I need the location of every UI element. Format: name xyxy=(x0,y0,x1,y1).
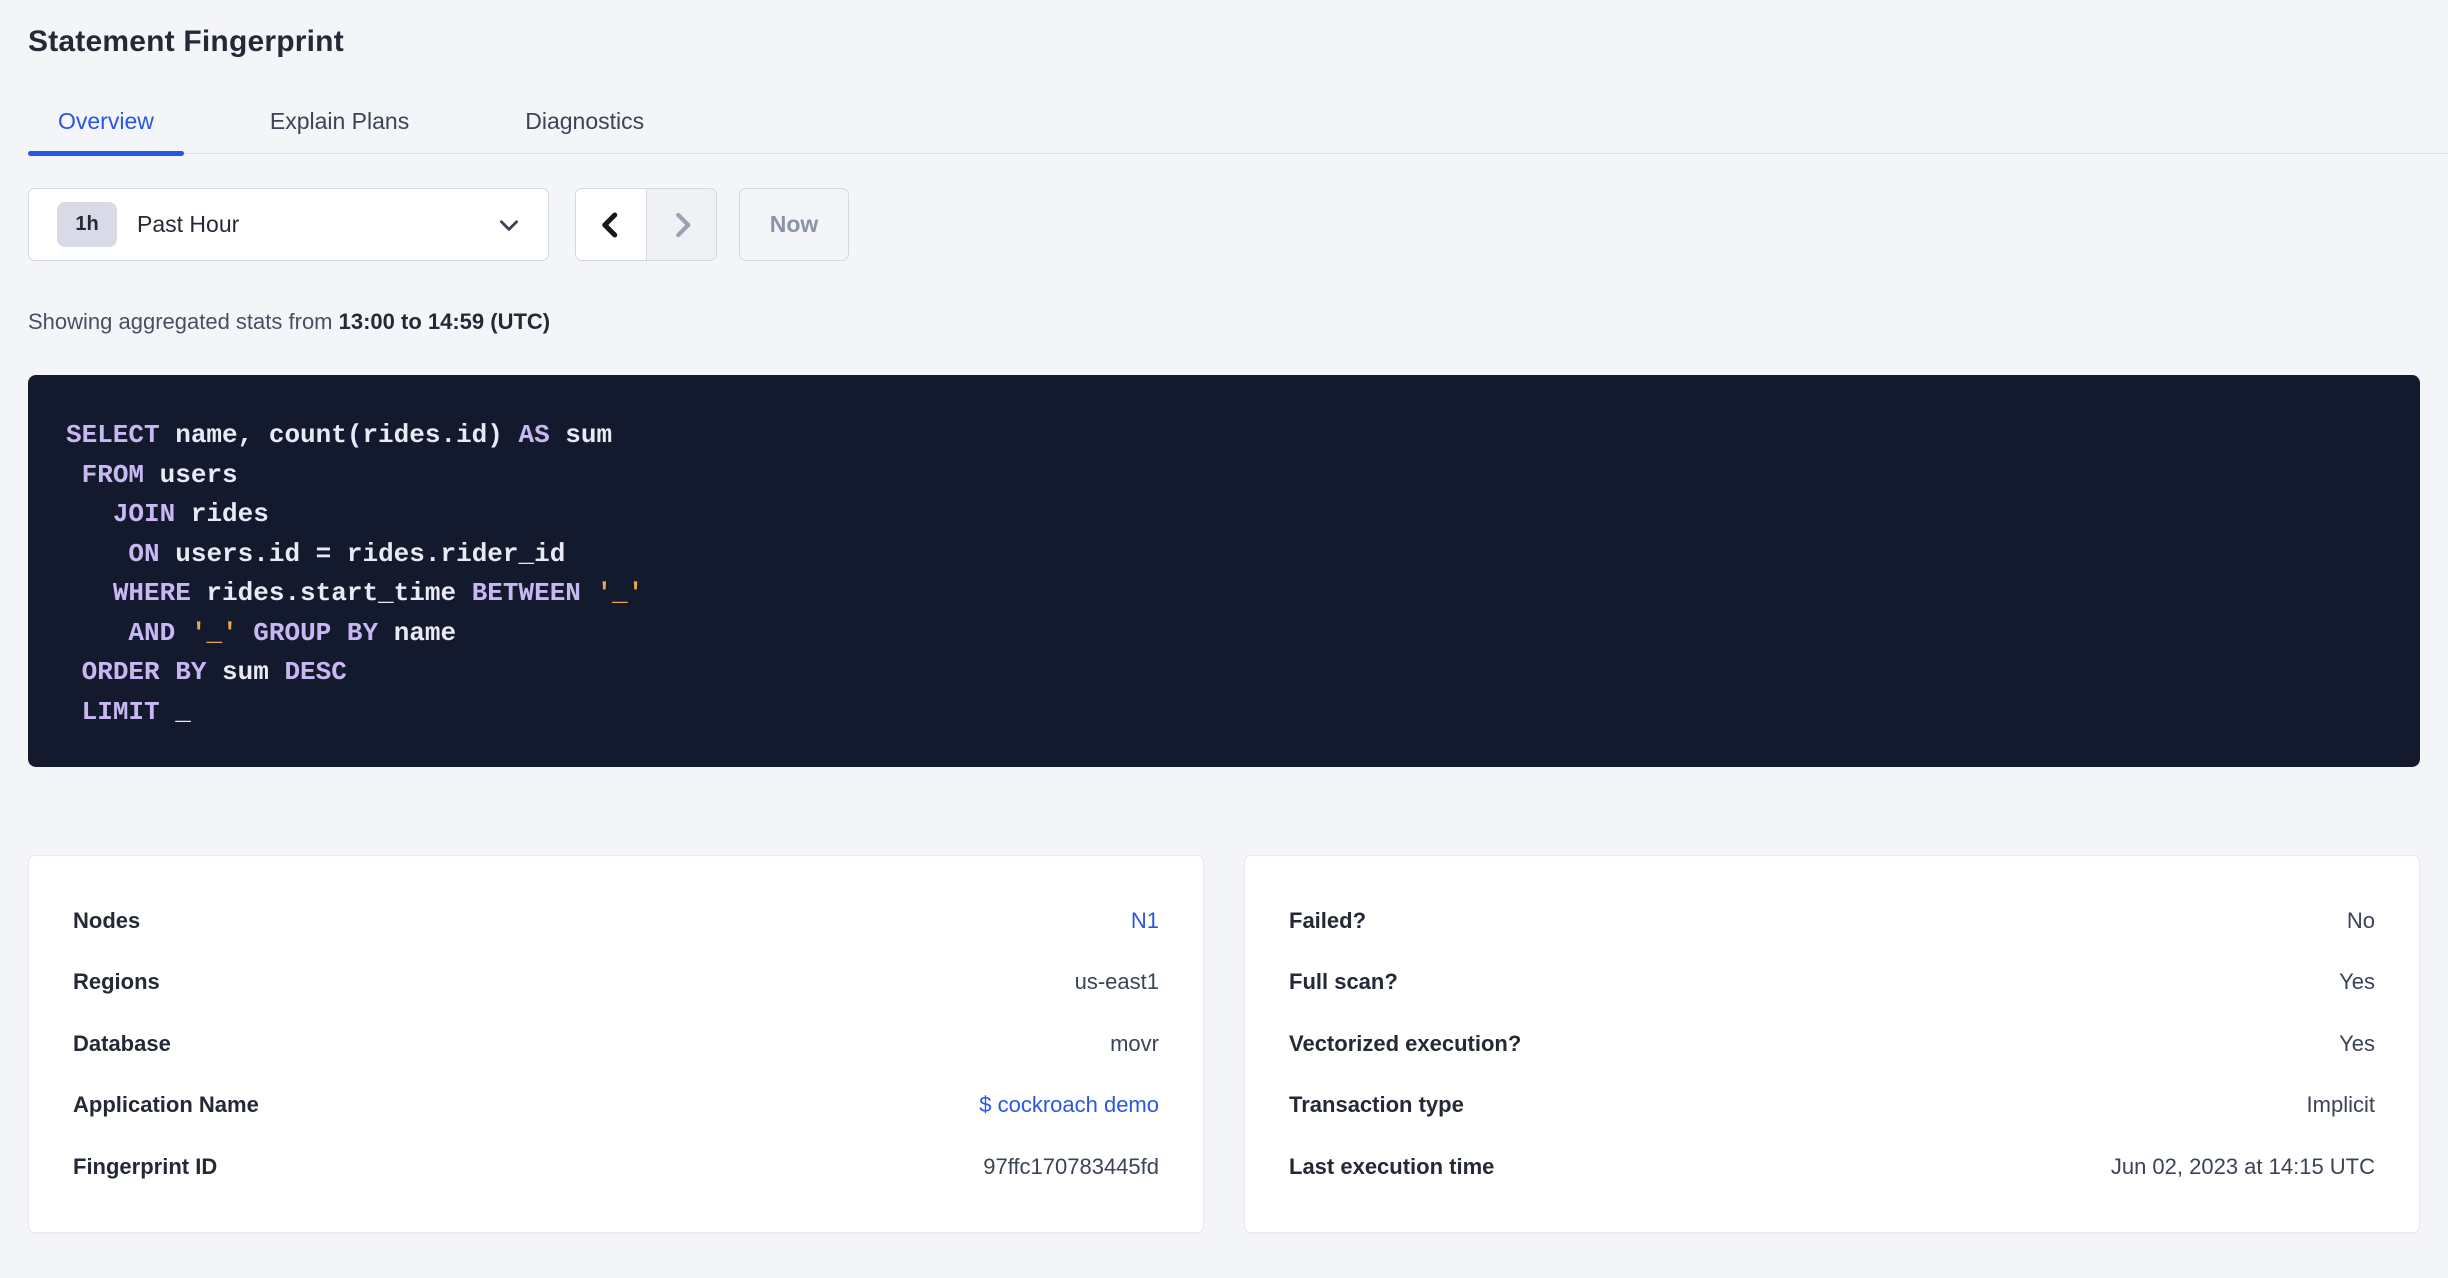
next-time-button[interactable] xyxy=(646,189,716,260)
sql-token-pl: name, count(rides.id) xyxy=(159,420,519,450)
stats-range: 13:00 to 14:59 (UTC) xyxy=(338,309,551,334)
sql-token-kw: LIMIT xyxy=(81,696,160,727)
nodes-link[interactable]: N1 xyxy=(1131,908,1159,934)
info-card-left: Nodes N1 Regions us-east1 Database movr Applic… xyxy=(28,855,1204,1233)
prev-time-button[interactable] xyxy=(576,189,646,260)
info-value: Yes xyxy=(2339,969,2375,995)
info-row-last-execution-time: Last execution time Jun 02, 2023 at 14:15… xyxy=(1289,1136,2375,1198)
sql-line: FROM users xyxy=(66,456,2382,496)
sql-token-pl xyxy=(175,618,191,648)
info-label: Transaction type xyxy=(1289,1092,1464,1118)
sql-token-lit: '_' xyxy=(596,578,644,608)
info-row-fingerprint-id: Fingerprint ID 97ffc170783445fd xyxy=(73,1136,1159,1198)
sql-token-pl: rides xyxy=(175,499,269,529)
info-value: Yes xyxy=(2339,1030,2375,1056)
sql-line: AND '_' GROUP BY name xyxy=(66,614,2382,654)
info-row-application-name: Application Name $ cockroach demo xyxy=(73,1075,1159,1137)
stats-prefix: Showing aggregated stats from xyxy=(28,309,339,334)
time-step-group xyxy=(575,188,717,261)
sql-token-kw: JOIN xyxy=(112,499,176,529)
info-value: No xyxy=(2346,907,2375,933)
sql-token-pl xyxy=(66,499,113,529)
info-value: us-east1 xyxy=(1074,969,1159,995)
sql-token-kw: ON xyxy=(128,538,160,569)
page-title: Statement Fingerprint xyxy=(28,25,344,58)
sql-token-pl xyxy=(66,697,82,727)
info-card-right: Failed? No Full scan? Yes Vectorized executi… xyxy=(1244,855,2420,1233)
sql-token-lit: '_' xyxy=(190,617,238,648)
info-row-transaction-type: Transaction type Implicit xyxy=(1289,1075,2375,1137)
sql-token-pl xyxy=(66,657,82,687)
sql-token-kw: DESC xyxy=(284,657,347,687)
info-label: Regions xyxy=(73,969,160,995)
now-button[interactable]: Now xyxy=(739,188,849,261)
sql-line: LIMIT _ xyxy=(66,693,2382,733)
info-label: Full scan? xyxy=(1289,969,1398,995)
info-label: Fingerprint ID xyxy=(73,1153,218,1179)
sql-token-pl: sum xyxy=(549,420,613,450)
sql-token-kw: AS xyxy=(518,420,550,450)
sql-token-pl xyxy=(66,460,82,490)
info-label: Vectorized execution? xyxy=(1289,1030,1522,1056)
chevron-left-icon xyxy=(596,208,626,242)
sql-line: ON users.id = rides.rider_id xyxy=(66,535,2382,575)
application-name-link[interactable]: $ cockroach demo xyxy=(979,1092,1159,1118)
sql-token-kw: ORDER BY xyxy=(81,657,207,687)
sql-token-pl xyxy=(66,539,128,569)
info-row-regions: Regions us-east1 xyxy=(73,952,1159,1014)
info-value: 97ffc170783445fd xyxy=(983,1153,1159,1179)
info-label: Last execution time xyxy=(1289,1153,1495,1179)
sql-token-pl: _ xyxy=(159,696,191,727)
sql-token-kw: GROUP BY xyxy=(253,617,379,648)
sql-token-pl: rides.start_time xyxy=(190,578,472,608)
sql-token-kw: WHERE xyxy=(112,578,191,608)
sql-token-pl: users.id = rides.rider_id xyxy=(159,538,566,569)
info-row-full-scan: Full scan? Yes xyxy=(1289,952,2375,1014)
time-interval-label: Past Hour xyxy=(137,211,240,237)
sql-token-pl xyxy=(581,578,597,608)
stats-summary: Showing aggregated stats from 13:00 to 1… xyxy=(28,309,2420,335)
sql-token-pl xyxy=(66,578,113,608)
info-value: Jun 02, 2023 at 14:15 UTC xyxy=(2110,1153,2375,1179)
sql-token-pl xyxy=(238,618,254,648)
sql-token-pl: sum xyxy=(206,657,285,687)
info-value: movr xyxy=(1110,1030,1159,1056)
sql-token-pl: users xyxy=(144,459,238,490)
info-label: Database xyxy=(73,1030,171,1056)
sql-line: ORDER BY sum DESC xyxy=(66,653,2382,693)
statement-fingerprint-page: Statement Fingerprint Overview Explain P… xyxy=(0,22,2448,1278)
tab-diagnostics[interactable]: Diagnostics xyxy=(495,92,674,153)
sql-line: JOIN rides xyxy=(66,495,2382,535)
sql-token-pl xyxy=(66,618,128,648)
tab-explain-plans[interactable]: Explain Plans xyxy=(240,92,439,153)
info-label: Nodes xyxy=(73,907,141,933)
info-row-database: Database movr xyxy=(73,1013,1159,1075)
tab-bar: Overview Explain Plans Diagnostics xyxy=(28,92,2448,156)
time-interval-dropdown[interactable]: 1h Past Hour xyxy=(28,188,549,261)
info-value: Implicit xyxy=(2306,1092,2375,1118)
tab-overview[interactable]: Overview xyxy=(28,92,184,156)
chevron-down-icon xyxy=(496,212,522,238)
sql-line: SELECT name, count(rides.id) AS sum xyxy=(66,416,2382,456)
info-cards: Nodes N1 Regions us-east1 Database movr Applic… xyxy=(28,855,2420,1233)
sql-line: WHERE rides.start_time BETWEEN '_' xyxy=(66,574,2382,614)
sql-token-pl: name xyxy=(378,617,457,648)
sql-statement-box: SELECT name, count(rides.id) AS sum FROM… xyxy=(28,375,2420,767)
info-row-failed: Failed? No xyxy=(1289,890,2375,952)
info-row-vectorized-execution: Vectorized execution? Yes xyxy=(1289,1013,2375,1075)
chevron-right-icon xyxy=(667,208,697,242)
info-row-nodes: Nodes N1 xyxy=(73,890,1159,952)
sql-token-kw: AND xyxy=(128,617,176,648)
sql-token-kw: BETWEEN xyxy=(471,578,581,608)
sql-token-kw: FROM xyxy=(81,459,145,490)
info-label: Application Name xyxy=(73,1092,259,1118)
time-interval-badge: 1h xyxy=(57,202,117,247)
time-controls: 1h Past Hour Now xyxy=(28,188,2420,261)
sql-token-kw: SELECT xyxy=(66,420,160,450)
info-label: Failed? xyxy=(1289,907,1367,933)
